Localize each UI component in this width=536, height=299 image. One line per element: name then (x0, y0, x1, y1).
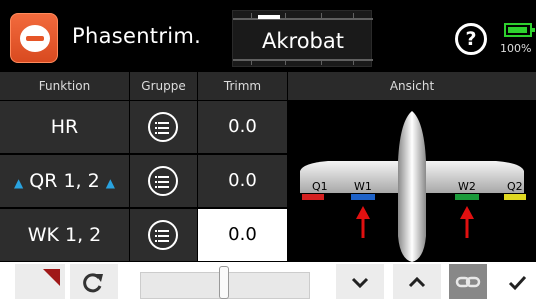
increment-button[interactable] (393, 264, 441, 299)
column-header-ansicht: Ansicht (288, 72, 536, 100)
aircraft-view: Q1 W1 W2 Q2 (288, 101, 536, 262)
battery-percent: 100% (500, 42, 532, 55)
column-header-trimm: Trimm (198, 72, 287, 100)
column-header-funktion: Funktion (0, 72, 129, 100)
marker-triangle-icon: ▲ (13, 176, 24, 190)
model-name: Akrobat (262, 29, 344, 53)
fuselage (398, 111, 426, 262)
group-list-icon[interactable] (148, 112, 178, 142)
column-header-gruppe: Gruppe (130, 72, 197, 100)
airplane-diagram: Q1 W1 W2 Q2 (300, 111, 526, 262)
refresh-button[interactable] (70, 264, 118, 299)
bottom-toolbar (0, 262, 536, 299)
trim-value[interactable]: 0.0 (198, 101, 287, 153)
corner-flag-button[interactable] (15, 264, 65, 299)
aileron-q2 (504, 194, 526, 200)
table-row-function-wk[interactable]: WK 1, 2 (0, 209, 129, 261)
link-button[interactable] (449, 264, 487, 299)
function-label: QR 1, 2 (29, 170, 100, 192)
flap-w1 (351, 194, 375, 200)
arrow-up-icon (356, 206, 370, 238)
table-row-function-hr[interactable]: HR (0, 101, 129, 153)
refresh-icon (83, 273, 103, 293)
group-cell[interactable] (130, 155, 197, 207)
arrow-up-icon (460, 206, 474, 238)
help-button[interactable]: ? (455, 23, 487, 55)
chevron-up-icon (408, 276, 426, 288)
trim-value[interactable]: 0.0 (198, 155, 287, 207)
group-list-icon[interactable] (148, 166, 178, 196)
corner-flag-icon (43, 269, 60, 286)
table-row-function-qr[interactable]: ▲ QR 1, 2 ▲ (0, 155, 129, 207)
top-bar: Phasentrim. Akrobat ? 100% (0, 0, 536, 70)
confirm-button[interactable] (498, 264, 536, 299)
flap-w2 (455, 194, 479, 200)
aileron-q1 (302, 194, 324, 200)
phase-trim-icon[interactable] (10, 13, 58, 63)
chevron-down-icon (351, 277, 369, 289)
model-selector[interactable]: Akrobat (232, 10, 373, 67)
surface-label-q2: Q2 (507, 180, 523, 193)
surface-label-q1: Q1 (312, 180, 328, 193)
decrement-button[interactable] (336, 264, 384, 299)
group-list-icon[interactable] (148, 220, 178, 250)
link-icon (455, 276, 481, 288)
surface-label-w2: W2 (458, 180, 476, 193)
group-cell[interactable] (130, 209, 197, 261)
phase-indicator (258, 15, 280, 19)
checkmark-icon (508, 275, 527, 291)
surface-label-w1: W1 (354, 180, 372, 193)
page-title: Phasentrim. (72, 24, 202, 48)
group-cell[interactable] (130, 101, 197, 153)
marker-triangle-icon: ▲ (105, 176, 115, 190)
slider-thumb[interactable] (219, 266, 229, 299)
trim-value-selected[interactable]: 0.0 (198, 209, 287, 261)
battery-icon (504, 23, 535, 37)
